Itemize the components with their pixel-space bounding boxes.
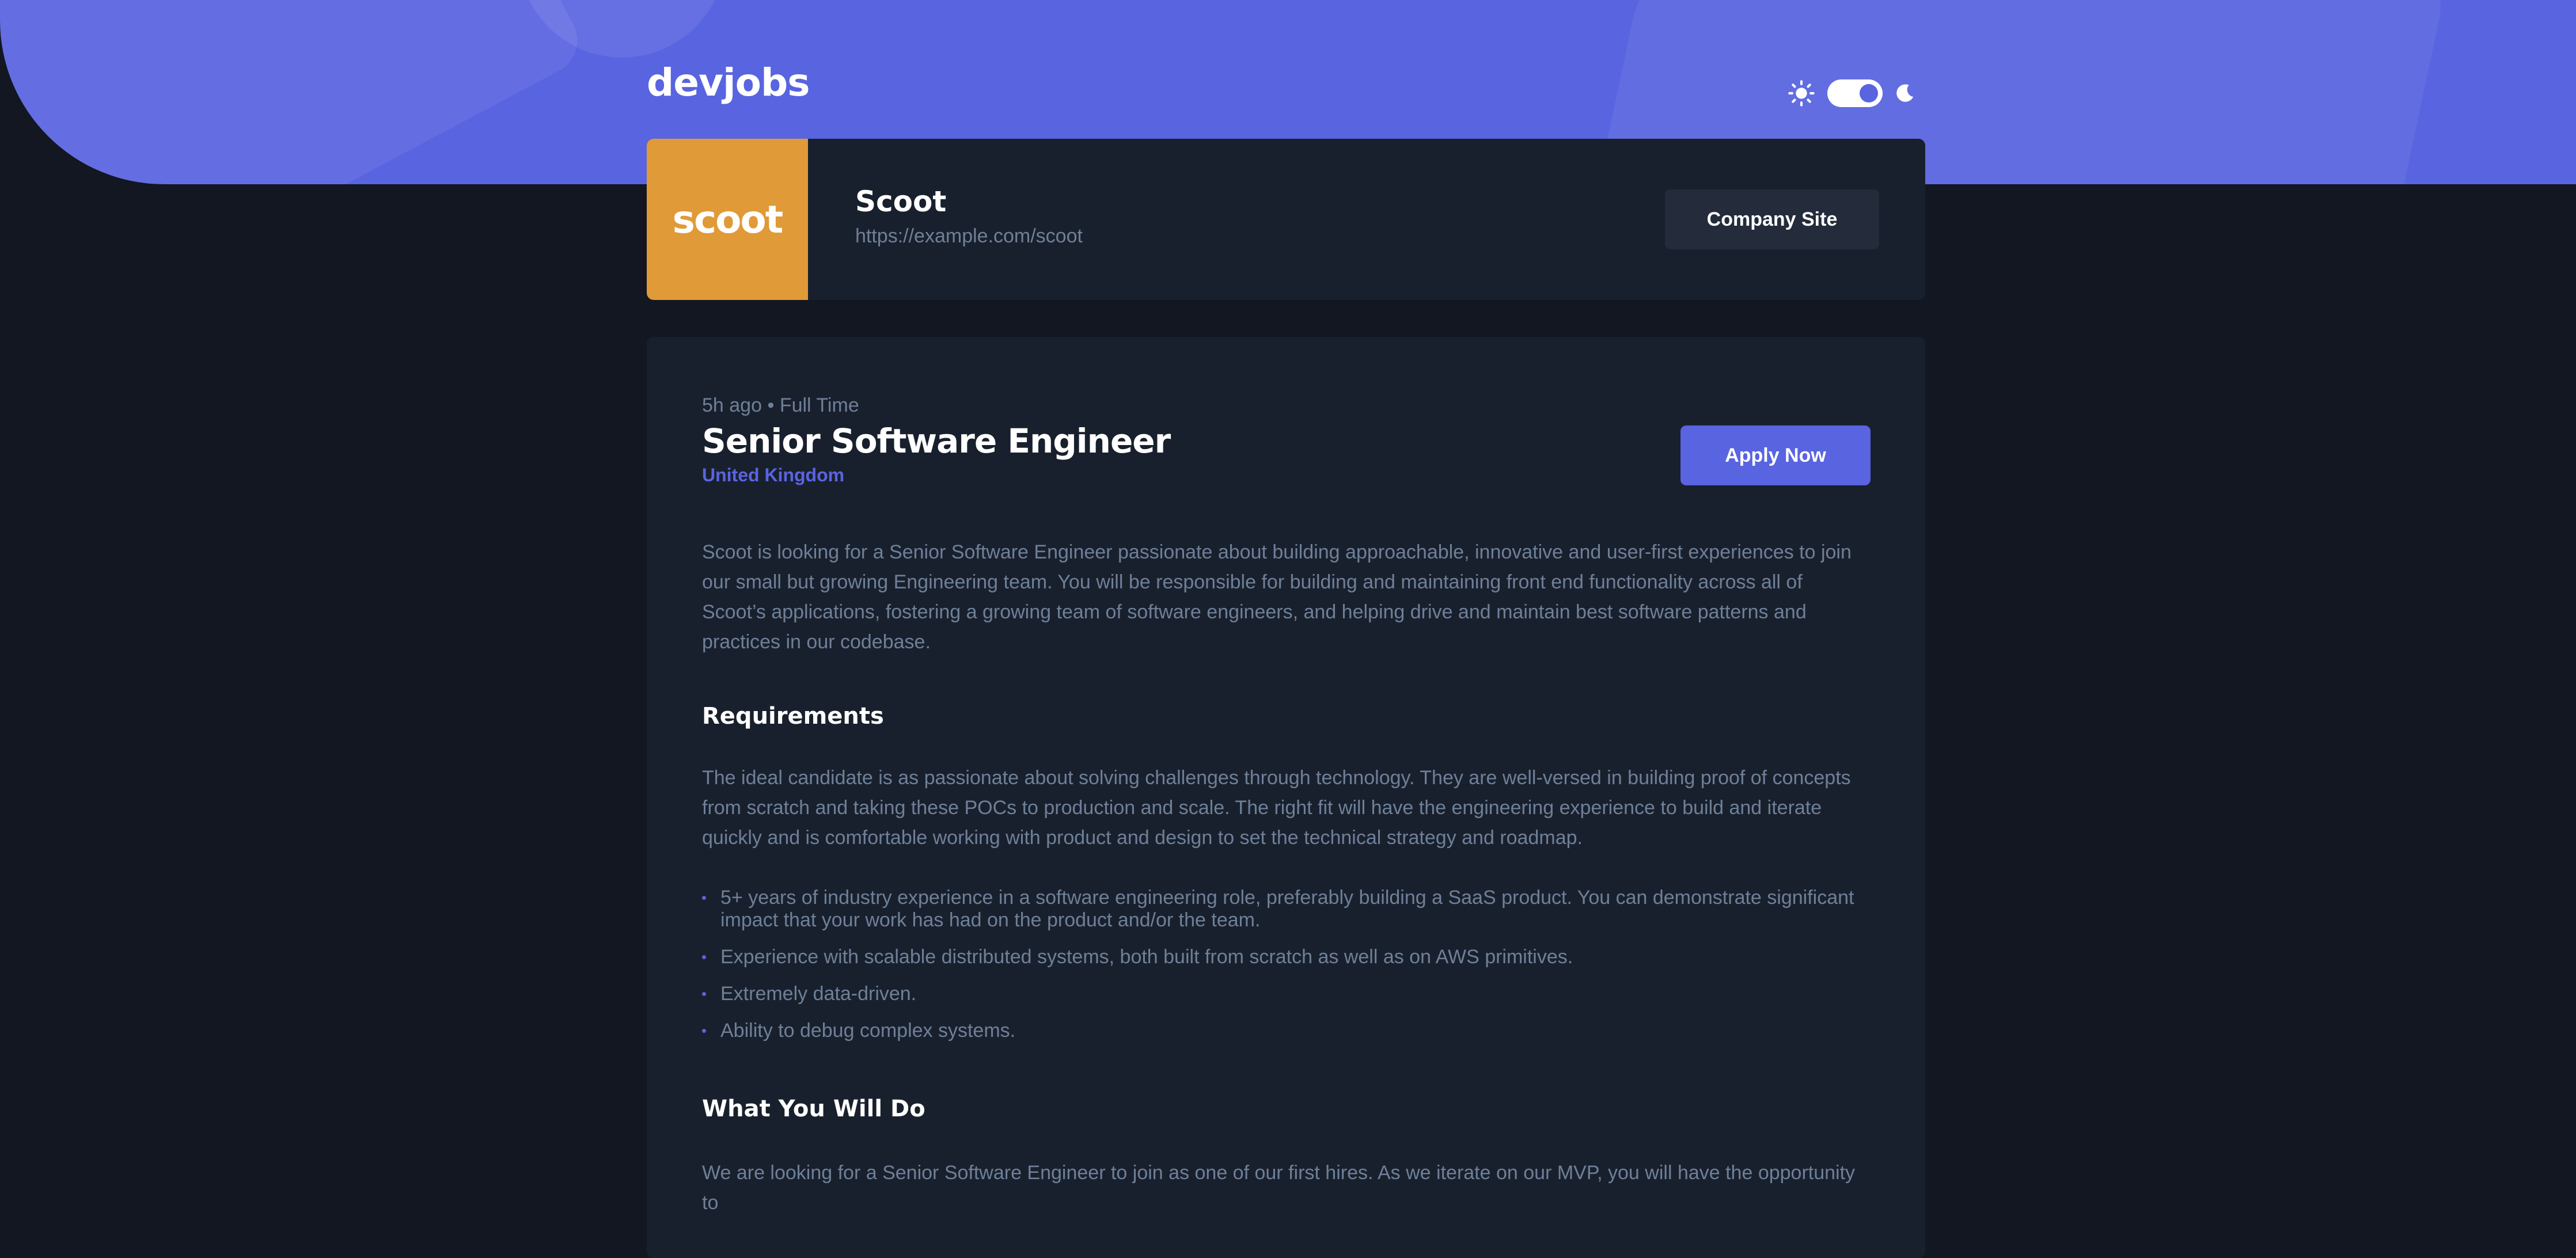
requirements-heading: Requirements	[702, 703, 884, 729]
requirement-item: Extremely data-driven.	[702, 983, 1871, 1005]
job-posted-time: 5h ago	[702, 394, 762, 416]
theme-switch[interactable]	[1827, 79, 1883, 107]
devjobs-logo[interactable]: devjobs	[647, 60, 810, 105]
company-logo-text: scoot	[672, 197, 784, 242]
requirements-content: The ideal candidate is as passionate abo…	[702, 767, 1851, 849]
meta-separator: •	[767, 394, 775, 416]
requirement-item: Ability to debug complex systems.	[702, 1020, 1871, 1042]
job-title: Senior Software Engineer	[702, 421, 1171, 461]
moon-icon	[1896, 84, 1914, 102]
what-you-will-do-heading: What You Will Do	[702, 1096, 925, 1122]
requirements-list: 5+ years of industry experience in a sof…	[702, 887, 1871, 1056]
job-details-card: 5h ago • Full Time Senior Software Engin…	[647, 337, 1925, 1258]
job-meta: 5h ago • Full Time	[702, 394, 859, 417]
banner-decoration	[0, 0, 590, 184]
theme-toggle	[1788, 77, 1916, 109]
job-location: United Kingdom	[702, 465, 845, 485]
job-contract-type: Full Time	[779, 394, 859, 416]
company-url: https://example.com/scoot	[855, 225, 1083, 247]
requirement-item: 5+ years of industry experience in a sof…	[702, 887, 1871, 932]
company-card: scoot Scoot https://example.com/scoot Co…	[647, 139, 1925, 300]
company-logo: scoot	[647, 139, 808, 300]
company-site-button[interactable]: Company Site	[1665, 189, 1879, 249]
theme-switch-knob	[1860, 84, 1878, 102]
requirement-item: Experience with scalable distributed sys…	[702, 946, 1871, 968]
sun-icon	[1788, 80, 1815, 107]
job-description: Scoot is looking for a Senior Software E…	[702, 541, 1852, 653]
company-name: Scoot	[855, 185, 947, 218]
apply-now-button[interactable]: Apply Now	[1680, 425, 1871, 485]
what-you-will-do-content: We are looking for a Senior Software Eng…	[702, 1162, 1856, 1214]
